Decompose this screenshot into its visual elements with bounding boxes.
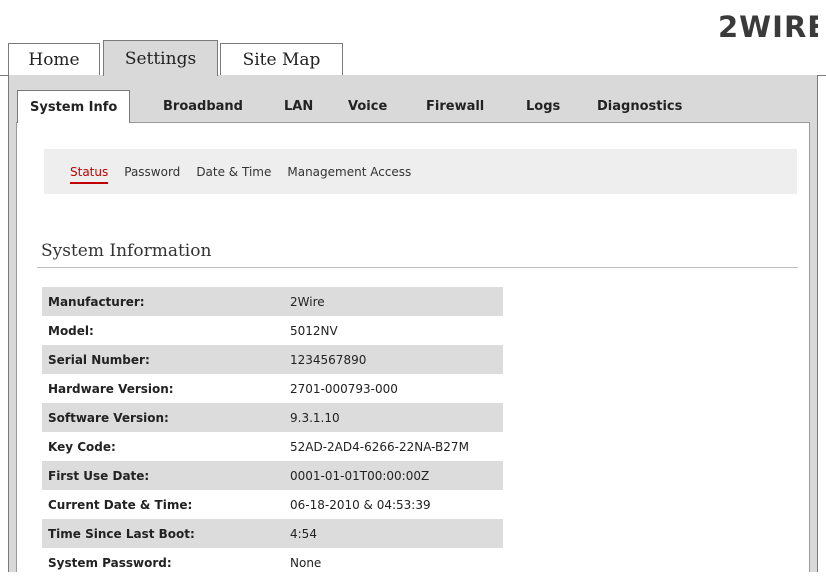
svg-text:®: ®	[811, 15, 817, 22]
row-label: Time Since Last Boot:	[42, 519, 282, 548]
row-value: 06-18-2010 & 04:53:39	[290, 497, 431, 512]
row-value: 4:54	[282, 519, 503, 548]
table-row: Current Date & Time: 06-18-2010 & 04:53:…	[42, 490, 503, 519]
table-row: Software Version: 9.3.1.10	[42, 403, 503, 432]
table-row: Manufacturer: 2Wire	[42, 287, 503, 316]
table-row: Hardware Version: 2701-000793-000	[42, 374, 503, 403]
content-panel: Status Password Date & Time Management A…	[16, 122, 810, 572]
sub-tab-diagnostics[interactable]: Diagnostics	[597, 90, 682, 122]
sub-tab-broadband[interactable]: Broadband	[163, 90, 243, 122]
row-label: Serial Number:	[42, 345, 282, 374]
table-row: Model: 5012NV	[42, 316, 503, 345]
row-value: None	[290, 555, 322, 570]
row-label: Model:	[48, 323, 94, 338]
sub-tab-firewall[interactable]: Firewall	[426, 90, 484, 122]
subnav-date-time[interactable]: Date & Time	[196, 165, 271, 179]
row-label: Current Date & Time:	[48, 497, 193, 512]
row-label: First Use Date:	[42, 461, 282, 490]
row-value: 5012NV	[290, 323, 338, 338]
sub-tab-lan[interactable]: LAN	[284, 90, 313, 122]
table-row: Key Code: 52AD-2AD4-6266-22NA-B27M	[42, 432, 503, 461]
top-tab-bar: Home Settings Site Map	[0, 40, 826, 76]
logo-text: 2WIRE	[718, 10, 818, 44]
row-value: 2Wire	[282, 287, 503, 316]
row-label: Manufacturer:	[42, 287, 282, 316]
2wire-logo: 2WIRE ®	[718, 10, 818, 44]
row-label: System Password:	[48, 555, 172, 570]
row-label: Hardware Version:	[48, 381, 174, 396]
subnav-management-access[interactable]: Management Access	[287, 165, 411, 179]
table-row: System Password: None	[42, 548, 503, 577]
tab-home[interactable]: Home	[8, 43, 100, 75]
page-title: System Information	[41, 241, 212, 261]
subnav-password[interactable]: Password	[124, 165, 180, 179]
sub-tab-system-info[interactable]: System Info	[17, 90, 131, 123]
title-divider	[37, 267, 798, 268]
system-info-table: Manufacturer: 2Wire Model: 5012NV Serial…	[42, 287, 503, 577]
tab-settings[interactable]: Settings	[103, 40, 218, 76]
row-label: Software Version:	[42, 403, 282, 432]
tab-site-map[interactable]: Site Map	[220, 43, 343, 75]
secondary-nav: Status Password Date & Time Management A…	[44, 149, 797, 194]
table-row: First Use Date: 0001-01-01T00:00:00Z	[42, 461, 503, 490]
row-value: 1234567890	[282, 345, 503, 374]
row-label: Key Code:	[48, 439, 116, 454]
table-row: Serial Number: 1234567890	[42, 345, 503, 374]
table-row: Time Since Last Boot: 4:54	[42, 519, 503, 548]
row-value: 0001-01-01T00:00:00Z	[282, 461, 503, 490]
row-value: 9.3.1.10	[282, 403, 503, 432]
row-value: 52AD-2AD4-6266-22NA-B27M	[290, 439, 469, 454]
row-value: 2701-000793-000	[290, 381, 398, 396]
subnav-status[interactable]: Status	[70, 165, 109, 184]
sub-tab-voice[interactable]: Voice	[348, 90, 387, 122]
sub-tab-logs[interactable]: Logs	[526, 90, 560, 122]
